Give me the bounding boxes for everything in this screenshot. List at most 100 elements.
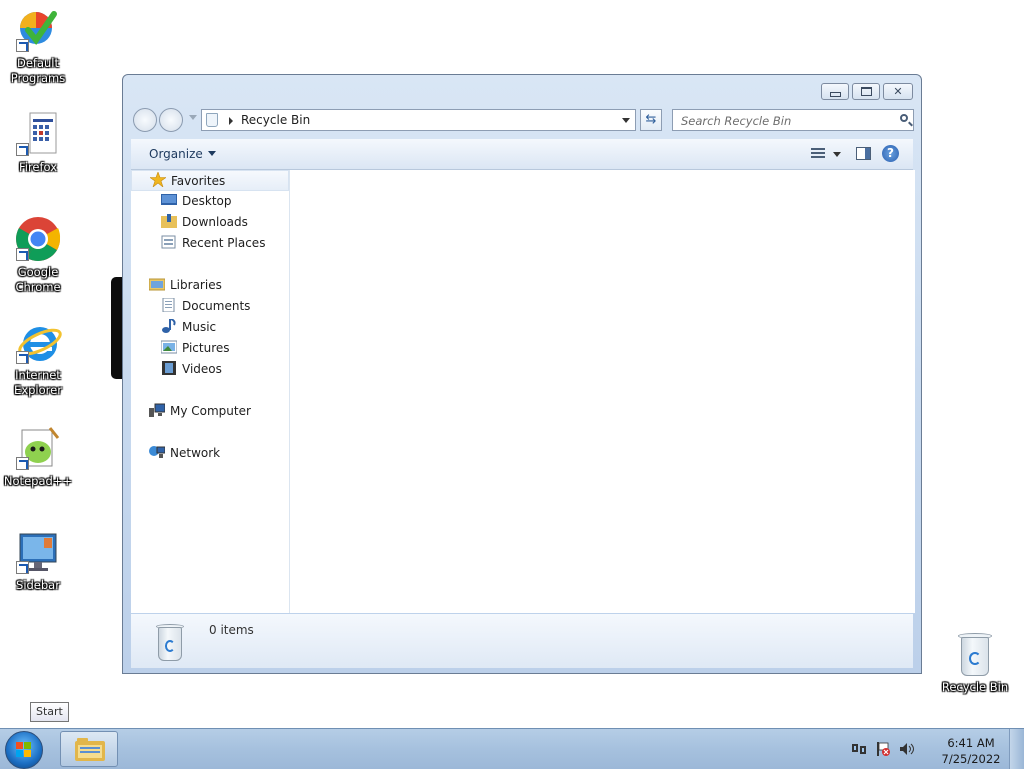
star-icon [149,171,167,188]
downloads-folder-icon [161,214,177,228]
organize-label: Organize [149,147,203,161]
taskbar: 6:41 AM 7/25/2022 [0,728,1024,769]
minimize-button[interactable] [821,83,849,100]
desktop-folder-icon [161,193,177,207]
nav-label: Network [170,446,221,460]
help-icon[interactable]: ? [882,145,899,162]
nav-label: Desktop [182,194,232,208]
navigation-bar: Recycle Bin ⇆ Search Recycle Bin [131,107,914,135]
recycle-bin-large-icon [153,621,187,663]
caption-buttons: ✕ [821,83,913,100]
desktop-icon-recycle-bin[interactable]: Recycle Bin [937,630,1013,695]
nav-item-documents[interactable]: Documents [161,296,250,317]
network-icon [149,445,166,459]
network-tray-icon[interactable] [852,742,866,756]
recent-places-icon [161,235,177,249]
nav-label: Libraries [170,278,222,292]
videos-icon [161,361,177,375]
desktop-icon-label: Google Chrome [15,265,61,294]
recent-pages-dropdown[interactable] [189,115,197,120]
nav-favorites[interactable]: Favorites [131,170,289,191]
desktop-icon-label: Internet Explorer [14,368,62,397]
chevron-down-icon [207,151,216,156]
desktop-icon-label: Sidebar [16,578,60,592]
clock[interactable]: 6:41 AM 7/25/2022 [936,735,1006,767]
desktop-icon-label: Recycle Bin [941,680,1009,694]
breadcrumb-recycle-bin[interactable]: Recycle Bin [241,113,310,127]
nav-label: Downloads [182,215,248,229]
taskbar-windows-explorer[interactable] [60,731,118,767]
navigation-pane: Favorites Desktop Downloads Recent Place… [131,170,290,613]
desktop-icon-internet-explorer[interactable]: Internet Explorer [0,318,76,398]
preview-pane-icon[interactable] [856,147,871,160]
address-dropdown-icon[interactable] [622,118,630,123]
close-button[interactable]: ✕ [883,83,913,100]
start-button[interactable] [5,731,43,769]
organize-menu[interactable]: Organize [149,147,216,161]
desktop-icon-default-programs[interactable]: Default Programs [0,6,76,86]
nav-label: Videos [182,362,222,376]
refresh-button[interactable]: ⇆ [640,109,662,131]
search-icon[interactable] [900,114,908,122]
command-bar: Organize ? [131,139,913,170]
item-count: 0 items [209,623,254,637]
sidebar-icon [14,528,62,576]
computer-icon [149,403,166,417]
volume-icon[interactable] [900,742,914,756]
nav-label: My Computer [170,404,251,418]
desktop-icon-firefox[interactable]: Firefox [0,110,76,175]
nav-item-music[interactable]: Music [161,317,216,338]
nav-label: Favorites [171,174,226,188]
close-icon: ✕ [893,85,903,98]
system-tray: 6:41 AM 7/25/2022 [846,733,1006,767]
desktop-icon-label: Default Programs [10,56,66,85]
desktop-icon-google-chrome[interactable]: Google Chrome [0,215,76,295]
clock-date: 7/25/2022 [941,752,1001,766]
back-button[interactable] [133,108,157,132]
search-placeholder: Search Recycle Bin [681,114,792,128]
nav-item-recent-places[interactable]: Recent Places [161,233,265,254]
forward-button[interactable] [159,108,183,132]
breadcrumb-chevron-icon[interactable] [229,117,233,125]
chrome-icon [14,215,62,263]
show-desktop-button[interactable] [1009,729,1024,769]
start-tooltip: Start [30,702,69,722]
windows-logo-icon [16,742,32,758]
nav-item-desktop[interactable]: Desktop [161,191,232,212]
recycle-bin-icon [955,630,995,678]
pictures-icon [160,340,178,354]
libraries-icon [148,277,166,291]
desktop-icon-label: Notepad++ [3,474,73,488]
nav-label: Pictures [182,341,230,355]
explorer-window: ✕ Recycle Bin ⇆ Search Recycle Bin Organ… [122,74,922,674]
folder-icon [75,738,105,761]
nav-item-videos[interactable]: Videos [161,359,222,380]
search-input[interactable]: Search Recycle Bin [672,109,914,131]
nav-item-downloads[interactable]: Downloads [161,212,248,233]
change-view-icon[interactable] [811,148,825,160]
nav-my-computer[interactable]: My Computer [149,401,251,422]
action-center-flag-icon[interactable] [876,742,890,756]
view-options-dropdown-icon[interactable] [833,152,841,157]
address-bar[interactable]: Recycle Bin [201,109,636,131]
notepad-plus-plus-icon [14,424,62,472]
file-list-area[interactable] [290,170,915,613]
default-programs-icon [14,6,62,54]
desktop-icon-notepad-plus-plus[interactable]: Notepad++ [0,424,76,489]
nav-item-pictures[interactable]: Pictures [160,338,230,359]
refresh-icon: ⇆ [645,112,657,127]
desktop-icon-sidebar[interactable]: Sidebar [0,528,76,593]
recycle-bin-small-icon [206,113,218,127]
desktop-icon-label: Firefox [18,160,58,174]
nav-network[interactable]: Network [149,443,220,464]
details-pane: 0 items [131,614,913,668]
documents-icon [161,297,177,313]
nav-label: Recent Places [182,236,266,250]
maximize-icon [860,87,872,96]
nav-libraries[interactable]: Libraries [148,275,222,296]
maximize-button[interactable] [852,83,880,100]
firefox-icon [14,110,62,158]
nav-label: Music [182,320,217,334]
music-icon [161,318,177,333]
internet-explorer-icon [14,318,62,366]
